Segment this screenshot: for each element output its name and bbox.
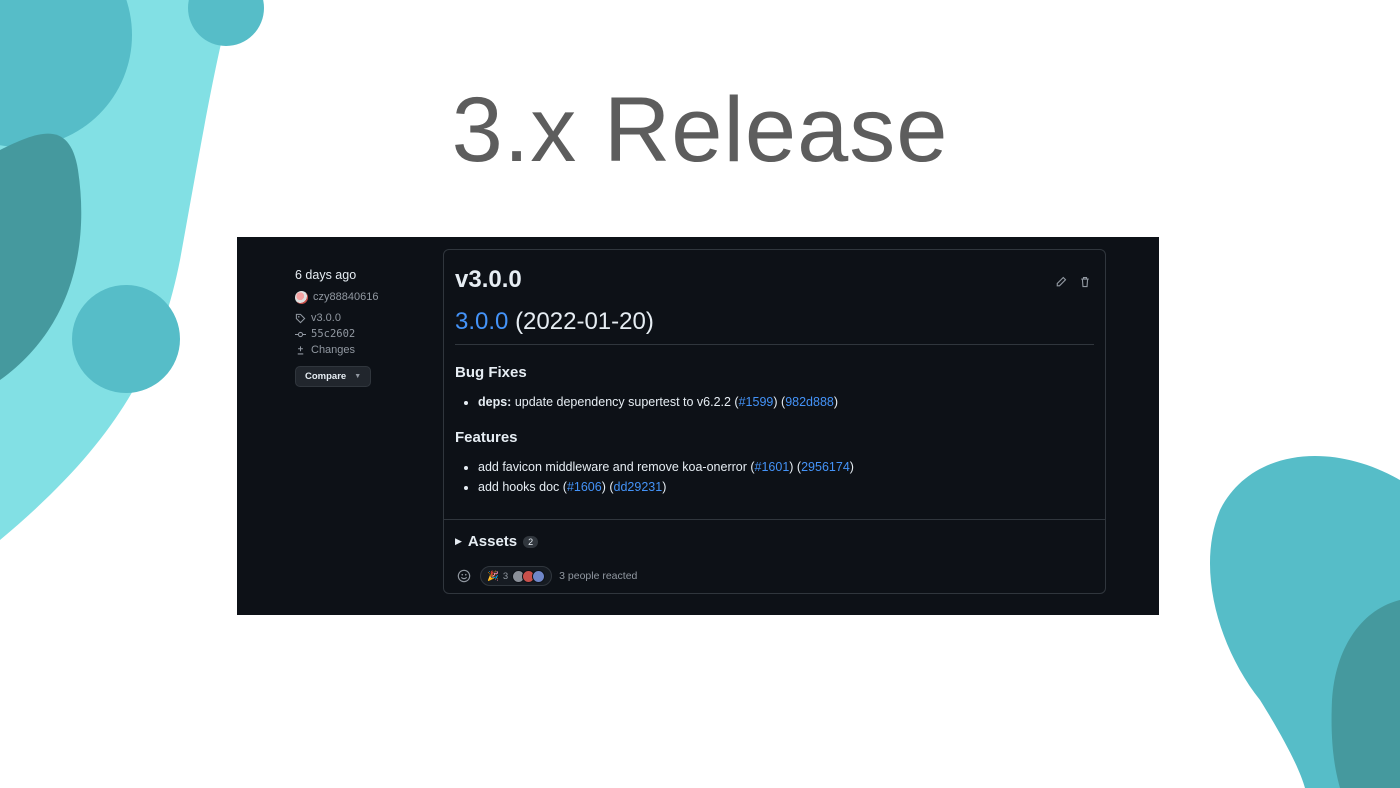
blob-left-mid [72, 285, 180, 393]
commit-sha[interactable]: 55c2602 [311, 328, 355, 340]
release-title[interactable]: v3.0.0 [455, 266, 522, 294]
item-end: ) [662, 480, 667, 494]
pr-link[interactable]: #1599 [739, 395, 774, 409]
tag-row[interactable]: v3.0.0 [295, 310, 435, 326]
changes-label[interactable]: Changes [311, 344, 355, 356]
tag-label[interactable]: v3.0.0 [311, 312, 341, 324]
pr-link[interactable]: #1601 [755, 460, 790, 474]
triangle-right-icon: ▶ [455, 536, 462, 546]
assets-toggle[interactable]: ▶ Assets 2 [455, 533, 539, 550]
item-sep: ) ( [601, 480, 614, 494]
avatar [295, 290, 308, 304]
version-heading: 3.0.0 (2022-01-20) [455, 308, 654, 336]
reactions-bar: 🎉 3 3 people reacted [457, 566, 637, 586]
pr-link[interactable]: #1606 [567, 480, 602, 494]
commit-icon [295, 331, 306, 337]
author-name[interactable]: czy88840616 [313, 291, 378, 303]
release-screenshot: 6 days ago czy88840616 v3.0.0 55c2602 Ch… [237, 237, 1159, 615]
list-item: add hooks doc (#1606) (dd29231) [478, 477, 854, 497]
commit-link[interactable]: 2956174 [801, 460, 850, 474]
release-card: v3.0.0 3.0.0 (2022-01-20) Bug Fixes deps… [443, 249, 1106, 594]
item-text: update dependency supertest to v6.2.2 ( [514, 395, 739, 409]
commit-link[interactable]: dd29231 [614, 480, 663, 494]
commit-link[interactable]: 982d888 [785, 395, 834, 409]
item-text: add hooks doc ( [478, 480, 567, 494]
pencil-icon[interactable] [1055, 276, 1067, 288]
avatar [532, 569, 546, 583]
version-link[interactable]: 3.0.0 [455, 308, 508, 335]
item-text: add favicon middleware and remove koa-on… [478, 460, 755, 474]
bug-fixes-heading: Bug Fixes [455, 364, 527, 381]
tada-reaction-button[interactable]: 🎉 3 [480, 566, 553, 586]
reaction-count: 3 [502, 570, 509, 582]
smiley-icon[interactable] [457, 569, 471, 583]
item-end: ) [849, 460, 854, 474]
slide-title: 3.x Release [451, 79, 949, 181]
compare-button[interactable]: Compare ▼ [295, 366, 372, 387]
changes-row[interactable]: Changes [295, 342, 435, 358]
item-sep: ) ( [789, 460, 802, 474]
release-date: (2022-01-20) [515, 308, 654, 335]
item-end: ) [833, 395, 839, 409]
list-item: add favicon middleware and remove koa-on… [478, 457, 854, 477]
assets-divider [444, 519, 1105, 520]
features-heading: Features [455, 429, 518, 446]
reacted-summary: 3 people reacted [559, 570, 638, 582]
release-tools [1055, 276, 1091, 288]
commit-row[interactable]: 55c2602 [295, 326, 435, 342]
author-row[interactable]: czy88840616 [295, 289, 435, 305]
diff-icon [297, 345, 304, 354]
bug-fixes-list: deps: update dependency supertest to v6.… [455, 392, 838, 412]
tada-emoji: 🎉 [487, 570, 499, 582]
list-item: deps: update dependency supertest to v6.… [478, 392, 838, 412]
assets-count: 2 [523, 535, 539, 548]
reactor-avatars [512, 569, 546, 583]
chevron-down-icon: ▼ [354, 373, 362, 380]
tag-icon [295, 313, 306, 323]
release-meta: 6 days ago czy88840616 v3.0.0 55c2602 Ch… [295, 268, 435, 387]
item-sep: ) ( [773, 395, 786, 409]
assets-label: Assets [467, 533, 518, 550]
trash-icon[interactable] [1079, 276, 1091, 288]
item-scope: deps: [478, 395, 512, 409]
release-time: 6 days ago [295, 268, 357, 282]
features-list: add favicon middleware and remove koa-on… [455, 457, 854, 497]
heading-divider [455, 344, 1094, 345]
compare-label: Compare [305, 371, 347, 382]
